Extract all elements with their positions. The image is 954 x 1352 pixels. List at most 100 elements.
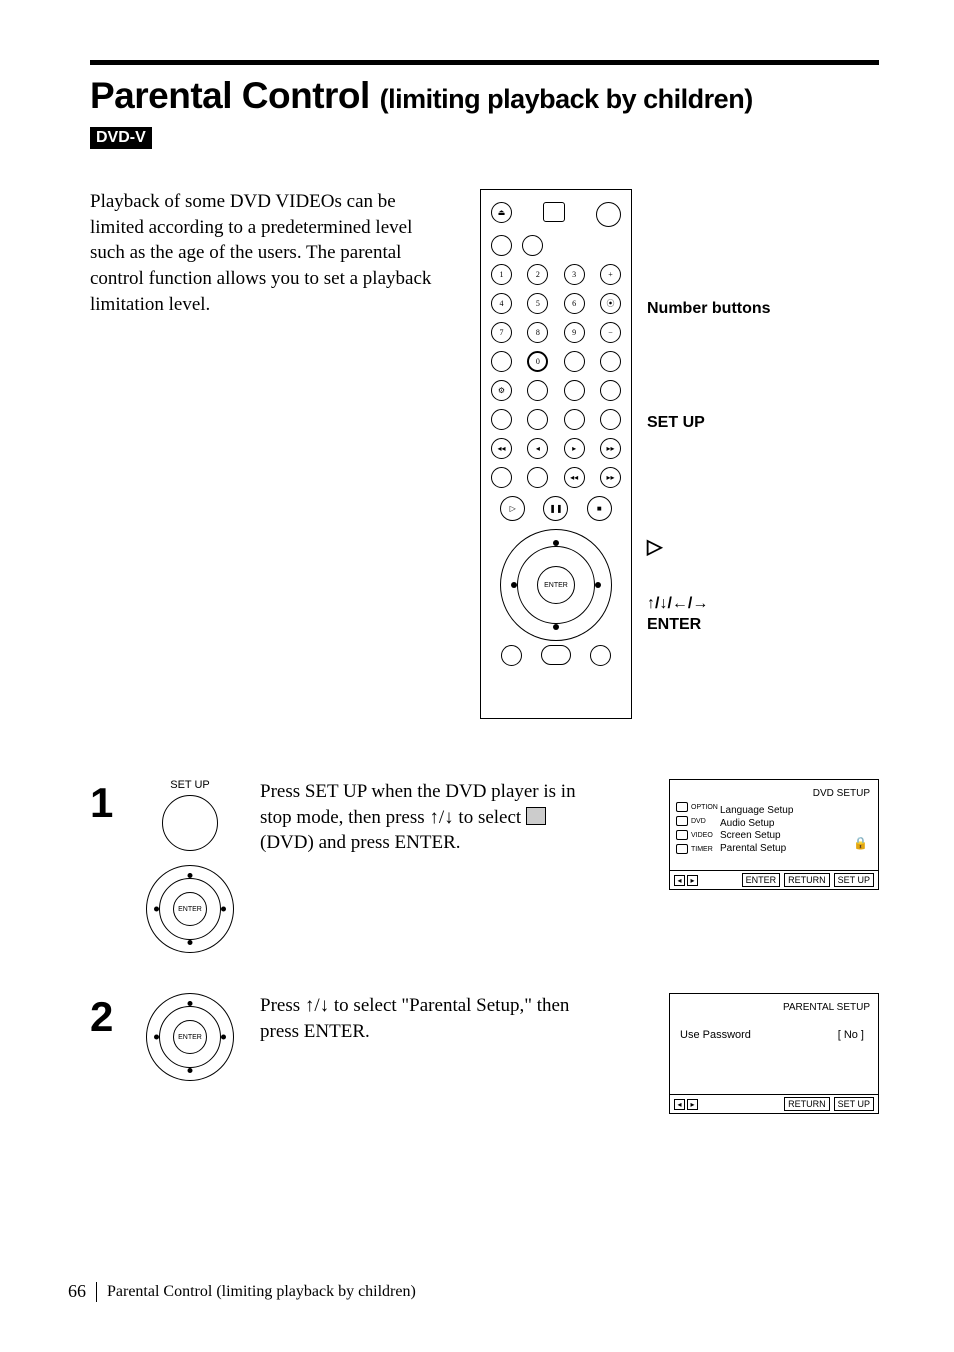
skip-back-icon: ◂◂ — [564, 467, 585, 488]
osd-enter-button: ENTER — [742, 873, 781, 887]
round-button — [527, 467, 548, 488]
osd-tabs: OPTION DVD VIDEO TIMER — [676, 802, 718, 854]
enter-button: ENTER — [537, 566, 575, 604]
number-5-button: 5 — [527, 293, 548, 314]
step-icon-column: ENTER — [140, 993, 240, 1081]
arrow-up-icon — [553, 540, 559, 546]
number-0-button: 0 — [527, 351, 548, 372]
dvd-v-badge: DVD-V — [90, 127, 152, 149]
osd-tab-dvd: DVD — [691, 818, 706, 825]
volume-down-icon: − — [600, 322, 621, 343]
number-1-button: 1 — [491, 264, 512, 285]
forward-icon: ▸ — [564, 438, 585, 459]
osd-item-screen: Screen Setup — [720, 830, 870, 843]
round-button — [541, 645, 571, 665]
arrow-left-icon — [511, 582, 517, 588]
number-9-button: 9 — [564, 322, 585, 343]
stop-icon: ■ — [587, 496, 612, 521]
pause-icon: ❚❚ — [543, 496, 568, 521]
osd-title: PARENTAL SETUP — [678, 1002, 870, 1013]
power-icon — [596, 202, 621, 227]
osd-setup-button: SET UP — [834, 873, 874, 887]
lock-icon: 🔒 — [853, 836, 868, 850]
osd-row-value: [ No ] — [838, 1029, 864, 1041]
number-6-button: 6 — [564, 293, 585, 314]
dpad: ENTER — [500, 529, 612, 641]
round-button — [564, 351, 585, 372]
dvd-disc-icon — [526, 807, 546, 825]
osd-tab-option: OPTION — [691, 804, 718, 811]
callout-arrows-line1: ↑/↓/←/→ — [647, 595, 708, 612]
osd-return-button: RETURN — [784, 873, 830, 887]
enter-icon: ENTER — [173, 892, 207, 926]
round-button — [600, 380, 621, 401]
step-text-after: (DVD) and press ENTER. — [260, 832, 461, 853]
round-button — [590, 645, 611, 666]
remote-diagram: ⏏ 1 2 3 + 4 — [480, 189, 632, 719]
title-main: Parental Control — [90, 75, 370, 116]
page-title: Parental Control (limiting playback by c… — [90, 75, 879, 117]
rewind-icon: ◂ — [527, 438, 548, 459]
running-title: Parental Control (limiting playback by c… — [107, 1283, 416, 1301]
step-2: 2 ENTER Press ↑/↓ to select "Parental Se… — [90, 993, 879, 1114]
osd-item-language: Language Setup — [720, 805, 870, 818]
video-icon — [676, 830, 688, 840]
dpad-icon: ENTER — [146, 865, 234, 953]
skip-fwd-icon: ▸▸ — [600, 467, 621, 488]
osd-tab-timer: TIMER — [691, 846, 713, 853]
osd-tab-video: VIDEO — [691, 832, 713, 839]
osd-row-use-password: Use Password [ No ] — [678, 1019, 870, 1041]
osd-title: DVD SETUP — [678, 788, 870, 799]
round-button — [527, 380, 548, 401]
step-instruction: Press ↑/↓ to select "Parental Setup," th… — [260, 993, 600, 1044]
round-button — [501, 645, 522, 666]
number-4-button: 4 — [491, 293, 512, 314]
title-sub: (limiting playback by children) — [380, 84, 753, 114]
disc-icon — [676, 816, 688, 826]
step-number: 2 — [90, 993, 120, 1041]
callout-set-up: SET UP — [647, 414, 705, 432]
step-1: 1 SET UP ENTER Press SET UP when the DVD… — [90, 779, 879, 953]
callout-play: ▷ — [647, 534, 662, 559]
setup-button-icon — [162, 795, 218, 851]
osd-return-button: RETURN — [784, 1097, 830, 1111]
volume-up-icon: + — [600, 264, 621, 285]
round-button — [564, 409, 585, 430]
gear-icon — [676, 802, 688, 812]
round-button — [600, 351, 621, 372]
number-7-button: 7 — [491, 322, 512, 343]
osd-item-parental: Parental Setup — [720, 843, 870, 856]
volume-center-icon: ⦿ — [600, 293, 621, 314]
osd-menu-list: Language Setup Audio Setup Screen Setup … — [720, 805, 870, 855]
osd-setup-button: SET UP — [834, 1097, 874, 1111]
step-text-before: Press ↑/↓ to select "Parental Setup," th… — [260, 995, 569, 1042]
page-number: 66 — [68, 1281, 86, 1302]
display-icon — [543, 202, 565, 222]
number-2-button: 2 — [527, 264, 548, 285]
step-instruction: Press SET UP when the DVD player is in s… — [260, 779, 600, 856]
round-button — [491, 235, 512, 256]
callout-arrows-enter: ↑/↓/←/→ ENTER — [647, 594, 708, 636]
round-button — [491, 409, 512, 430]
osd-arrows-hint: ◂▸ — [674, 1099, 698, 1110]
callout-arrows-line2: ENTER — [647, 616, 701, 633]
osd-dvd-setup: DVD SETUP OPTION DVD VIDEO TIMER Languag… — [669, 779, 879, 890]
step-icon-column: SET UP ENTER — [140, 779, 240, 953]
round-button — [491, 351, 512, 372]
dpad-icon: ENTER — [146, 993, 234, 1081]
intro-paragraph: Playback of some DVD VIDEOs can be limit… — [90, 189, 450, 719]
play-button-icon: ▷ — [500, 496, 525, 521]
arrow-down-icon — [553, 624, 559, 630]
set-up-button: ⚙ — [491, 380, 512, 401]
round-button — [564, 380, 585, 401]
osd-row-label: Use Password — [680, 1029, 751, 1041]
osd-parental-setup: PARENTAL SETUP Use Password [ No ] ◂▸ RE… — [669, 993, 879, 1114]
next-icon: ▸▸ — [600, 438, 621, 459]
round-button — [600, 409, 621, 430]
number-3-button: 3 — [564, 264, 585, 285]
clock-icon — [676, 844, 688, 854]
round-button — [527, 409, 548, 430]
step-number: 1 — [90, 779, 120, 827]
osd-arrows-hint: ◂▸ — [674, 875, 698, 886]
round-button — [491, 467, 512, 488]
